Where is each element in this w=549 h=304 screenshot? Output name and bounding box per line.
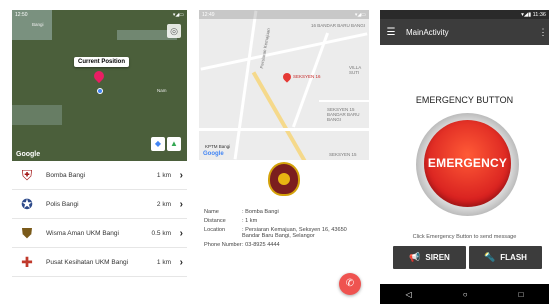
list-item-name: Pusat Kesihatan UKM Bangi: [46, 258, 129, 266]
my-location-icon[interactable]: ◎: [167, 24, 181, 38]
app-toolbar: ☰ MainActivity ⋮: [380, 19, 549, 45]
detail-value: : Persiaran Kemajuan, Seksyen 16, 43650 …: [242, 227, 347, 239]
detail-value: : 03-8925 4444: [242, 242, 280, 248]
navigation-bar: ◁ ○ □: [380, 284, 549, 304]
chevron-right-icon: ›: [179, 256, 183, 268]
status-icons: ▾◢▭: [172, 11, 184, 18]
current-position-label: Current Position: [74, 57, 130, 67]
map-label-bangi: Bangi: [32, 22, 44, 27]
current-location-dot: [97, 88, 103, 94]
list-item[interactable]: ⛊ Wisma Aman UKM Bangi 0.5 km ›: [12, 219, 187, 248]
list-item-name: Wisma Aman UKM Bangi: [46, 229, 119, 237]
page-title: MainActivity: [406, 27, 449, 37]
map-pin-icon[interactable]: [281, 71, 293, 83]
status-time: 12:50: [15, 11, 28, 18]
home-icon[interactable]: ○: [463, 290, 468, 299]
list-item[interactable]: ✚ Pusat Kesihatan UKM Bangi 1 km ›: [12, 248, 187, 277]
list-item-name: Bomba Bangi: [46, 171, 86, 179]
siren-label: SIREN: [425, 253, 450, 262]
list-item[interactable]: ✪ Polis Bangi 2 km ›: [12, 190, 187, 219]
more-options-icon[interactable]: ⋮: [537, 27, 549, 38]
health-center-icon: ✚: [21, 253, 33, 270]
map-label: 16 BANDAR BARU BANGI: [311, 23, 366, 28]
status-bar: 12:49 ▾◢▭: [199, 10, 369, 19]
emergency-heading: EMERGENCY BUTTON: [415, 95, 514, 105]
google-logo: Google: [16, 151, 41, 158]
status-icons: ▾◢▭: [354, 11, 366, 18]
service-detail-screen: 12:49 ▾◢▭ 16 BANDAR BARU BANGI SEKSYEN 1…: [199, 10, 369, 304]
map-label: SEKSYEN 16: [293, 74, 321, 79]
map-view[interactable]: Bangi Nam 12:50 ▾◢▭ ◎ Current Position ◆…: [12, 10, 187, 161]
detail-value: : 1 km: [242, 218, 258, 224]
police-icon: ✪: [21, 195, 33, 212]
security-icon: ⛊: [21, 224, 33, 241]
list-item-name: Polis Bangi: [46, 200, 79, 208]
flashlight-icon: 🔦: [484, 252, 496, 262]
map-label: SEKSYEN 15 BANDAR BARU BANGI: [327, 107, 360, 122]
list-item-distance: 1 km: [156, 258, 171, 266]
status-bar: 12:50 ▾◢▭: [12, 10, 187, 19]
map-label: Persiaran Kemajuan: [259, 27, 272, 69]
detail-key: Location: [204, 227, 226, 233]
emergency-button[interactable]: EMERGENCY: [424, 120, 511, 207]
detail-key: Phone Number: [204, 242, 242, 248]
status-time: 12:49: [202, 11, 215, 18]
flash-button[interactable]: 🔦 FLASH: [469, 246, 542, 269]
status-bar: ▾◢▮ 11:36: [380, 10, 549, 19]
map-label: SEKSYEN 15: [329, 152, 357, 157]
google-logo: Google: [203, 151, 224, 157]
emergency-hint: Click Emergency Button to send message: [412, 234, 517, 240]
directions-icon[interactable]: ◆: [151, 137, 165, 151]
recents-icon[interactable]: □: [519, 290, 524, 299]
map-pin-icon[interactable]: [91, 68, 107, 84]
chevron-right-icon: ›: [179, 227, 183, 239]
screenshot-stage: Bangi Nam 12:50 ▾◢▭ ◎ Current Position ◆…: [0, 0, 549, 304]
map-label-nam: Nam: [157, 88, 167, 93]
list-item-distance: 2 km: [156, 200, 171, 208]
fire-department-icon: ⛨: [21, 166, 33, 183]
list-item-distance: 1 km: [156, 171, 171, 179]
map-label: VILLA SUTI: [349, 65, 362, 75]
phone-icon[interactable]: ✆: [339, 273, 361, 295]
emergency-screen: ▾◢▮ 11:36 ☰ MainActivity ⋮ EMERGENCY BUT…: [380, 10, 549, 304]
menu-icon[interactable]: ☰: [380, 27, 402, 38]
flash-label: FLASH: [500, 253, 527, 262]
chevron-right-icon: ›: [179, 198, 183, 210]
siren-icon: 📢: [409, 252, 421, 262]
detail-key: Distance: [204, 218, 226, 224]
map-toolbar: ◆ ▲: [151, 137, 181, 151]
list-item[interactable]: ⛨ Bomba Bangi 1 km ›: [12, 161, 187, 190]
fire-department-logo: [268, 162, 300, 196]
services-list: ⛨ Bomba Bangi 1 km › ✪ Polis Bangi 2 km …: [12, 161, 187, 277]
google-maps-icon[interactable]: ▲: [167, 137, 181, 151]
service-details: Name : Bomba Bangi Distance : 1 km Locatio…: [204, 209, 366, 251]
detail-value: : Bomba Bangi: [242, 209, 279, 215]
siren-button[interactable]: 📢 SIREN: [393, 246, 466, 269]
nearby-services-screen: Bangi Nam 12:50 ▾◢▭ ◎ Current Position ◆…: [12, 10, 187, 304]
chevron-right-icon: ›: [179, 169, 183, 181]
back-icon[interactable]: ◁: [406, 290, 412, 299]
detail-key: Name: [204, 209, 219, 215]
map-label: KPTM Bangi: [205, 144, 231, 149]
map-view[interactable]: 12:49 ▾◢▭ 16 BANDAR BARU BANGI SEKSYEN 1…: [199, 10, 369, 160]
list-item-distance: 0.5 km: [151, 229, 171, 237]
